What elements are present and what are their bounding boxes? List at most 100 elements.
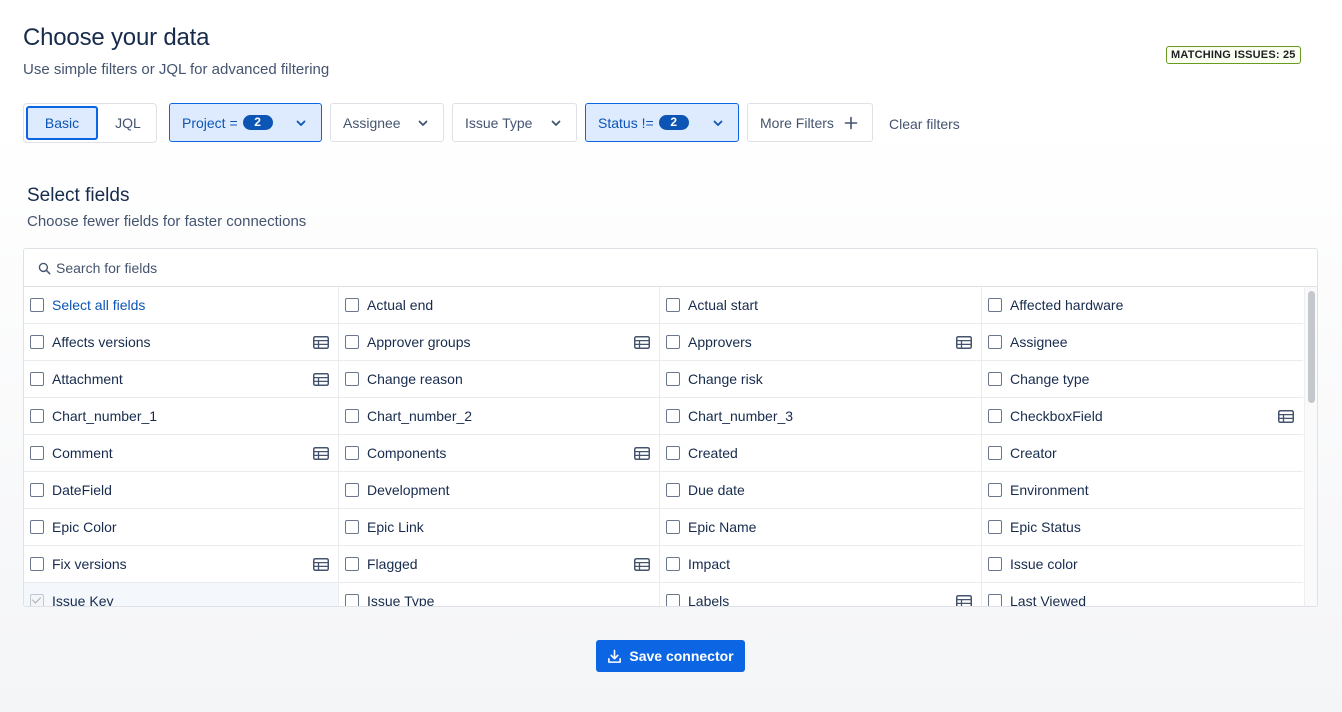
field-row: Affects versions Approver groups Approvers… xyxy=(24,324,1303,361)
matching-issues-badge: MATCHING ISSUES: 25 xyxy=(1166,46,1301,64)
field-checkbox[interactable] xyxy=(345,557,359,571)
field-item[interactable]: Approver groups xyxy=(339,324,660,361)
field-item[interactable]: Due date xyxy=(660,472,982,509)
more-filters-button[interactable]: More Filters xyxy=(747,103,873,142)
field-item[interactable]: Labels xyxy=(660,583,982,606)
jql-mode-button[interactable]: JQL xyxy=(102,106,154,140)
field-item[interactable]: Comment xyxy=(24,435,339,472)
more-filters-label: More Filters xyxy=(760,114,834,131)
field-row: DateField Development Due date Environment xyxy=(24,472,1303,509)
basic-mode-button[interactable]: Basic xyxy=(26,106,98,140)
field-checkbox[interactable] xyxy=(666,483,680,497)
field-checkbox[interactable] xyxy=(30,409,44,423)
field-checkbox[interactable] xyxy=(30,483,44,497)
field-checkbox[interactable] xyxy=(345,446,359,460)
field-item[interactable]: Development xyxy=(339,472,660,509)
field-checkbox[interactable] xyxy=(988,298,1002,312)
page-title: Choose your data xyxy=(23,24,210,51)
field-label: Components xyxy=(367,445,447,461)
field-checkbox[interactable] xyxy=(666,409,680,423)
field-item[interactable]: Actual end xyxy=(339,287,660,324)
field-item[interactable]: Issue color xyxy=(982,546,1303,583)
field-checkbox[interactable] xyxy=(988,483,1002,497)
field-search-input[interactable] xyxy=(56,257,656,279)
field-checkbox[interactable] xyxy=(30,335,44,349)
field-item[interactable]: Fix versions xyxy=(24,546,339,583)
field-checkbox[interactable] xyxy=(666,298,680,312)
status-filter-button[interactable]: Status != 2 xyxy=(585,103,739,142)
section-subtitle: Choose fewer fields for faster connectio… xyxy=(27,213,307,230)
field-checkbox[interactable] xyxy=(30,520,44,534)
field-checkbox[interactable] xyxy=(345,372,359,386)
field-checkbox[interactable] xyxy=(345,409,359,423)
field-label: Environment xyxy=(1010,482,1089,498)
field-item[interactable]: CheckboxField xyxy=(982,398,1303,435)
field-checkbox[interactable] xyxy=(666,446,680,460)
field-item[interactable]: Created xyxy=(660,435,982,472)
chevron-down-icon xyxy=(551,120,561,126)
field-item[interactable]: Affects versions xyxy=(24,324,339,361)
clear-filters-button[interactable]: Clear filters xyxy=(889,116,960,132)
field-item[interactable]: Affected hardware xyxy=(982,287,1303,324)
field-checkbox[interactable] xyxy=(988,446,1002,460)
field-checkbox[interactable] xyxy=(30,557,44,571)
field-checkbox[interactable] xyxy=(345,520,359,534)
section-title: Select fields xyxy=(27,185,130,206)
field-checkbox[interactable] xyxy=(345,483,359,497)
download-icon xyxy=(608,649,622,663)
field-checkbox[interactable] xyxy=(988,557,1002,571)
field-item[interactable]: Issue Type xyxy=(339,583,660,606)
field-item[interactable]: Actual start xyxy=(660,287,982,324)
field-checkbox[interactable] xyxy=(666,557,680,571)
field-checkbox[interactable] xyxy=(345,335,359,349)
field-checkbox[interactable] xyxy=(988,372,1002,386)
field-item[interactable]: Assignee xyxy=(982,324,1303,361)
assignee-filter-button[interactable]: Assignee xyxy=(330,103,444,142)
field-item[interactable]: Epic Link xyxy=(339,509,660,546)
field-item[interactable]: Attachment xyxy=(24,361,339,398)
field-item[interactable]: Last Viewed xyxy=(982,583,1303,606)
field-item[interactable]: Select all fields xyxy=(24,287,339,324)
field-checkbox[interactable] xyxy=(666,594,680,606)
field-item[interactable]: Flagged xyxy=(339,546,660,583)
field-item[interactable]: Epic Name xyxy=(660,509,982,546)
field-checkbox[interactable] xyxy=(988,520,1002,534)
field-item[interactable]: Epic Color xyxy=(24,509,339,546)
field-checkbox[interactable] xyxy=(345,298,359,312)
scrollbar-thumb[interactable] xyxy=(1308,291,1315,403)
field-item[interactable]: Chart_number_3 xyxy=(660,398,982,435)
issue-type-filter-button[interactable]: Issue Type xyxy=(452,103,577,142)
save-connector-button[interactable]: Save connector xyxy=(596,640,745,672)
field-checkbox[interactable] xyxy=(345,594,359,606)
field-item[interactable]: Issue Key xyxy=(24,583,339,606)
field-item[interactable]: Creator xyxy=(982,435,1303,472)
field-checkbox[interactable] xyxy=(666,372,680,386)
field-item[interactable]: Chart_number_1 xyxy=(24,398,339,435)
field-checkbox[interactable] xyxy=(666,335,680,349)
field-checkbox[interactable] xyxy=(30,446,44,460)
field-item[interactable]: Change reason xyxy=(339,361,660,398)
field-item[interactable]: Components xyxy=(339,435,660,472)
field-label: Actual start xyxy=(688,297,759,313)
field-item[interactable]: DateField xyxy=(24,472,339,509)
field-item[interactable]: Epic Status xyxy=(982,509,1303,546)
field-item[interactable]: Environment xyxy=(982,472,1303,509)
field-item[interactable]: Approvers xyxy=(660,324,982,361)
field-item[interactable]: Change risk xyxy=(660,361,982,398)
field-label: Actual end xyxy=(367,297,434,313)
select-all-checkbox[interactable] xyxy=(30,298,44,312)
field-checkbox[interactable] xyxy=(988,335,1002,349)
field-checkbox[interactable] xyxy=(988,594,1002,606)
field-checkbox[interactable] xyxy=(666,520,680,534)
field-search-bar xyxy=(24,249,1317,287)
field-label: Comment xyxy=(52,445,113,461)
field-item[interactable]: Change type xyxy=(982,361,1303,398)
field-item[interactable]: Impact xyxy=(660,546,982,583)
field-checkbox[interactable] xyxy=(988,409,1002,423)
select-all-fields-link[interactable]: Select all fields xyxy=(52,297,145,313)
field-item[interactable]: Chart_number_2 xyxy=(339,398,660,435)
fields-scrollbar[interactable] xyxy=(1304,287,1317,606)
field-row: Epic Color Epic Link Epic Name Epic Status xyxy=(24,509,1303,546)
field-checkbox[interactable] xyxy=(30,372,44,386)
project-filter-button[interactable]: Project = 2 xyxy=(169,103,322,142)
